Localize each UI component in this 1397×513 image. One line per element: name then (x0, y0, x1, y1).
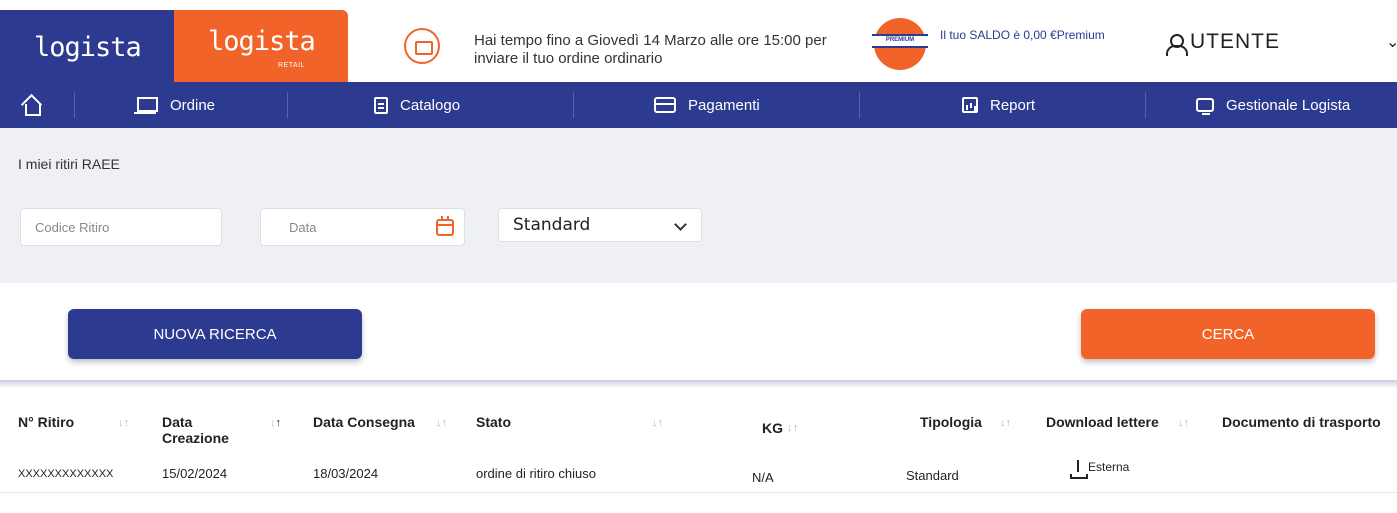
tipologia-value: Standard (513, 215, 591, 235)
cart-icon (134, 95, 158, 115)
header-tipologia[interactable]: Tipologia (920, 414, 982, 430)
nav-item-ordine[interactable]: Ordine (134, 82, 215, 128)
sort-arrows-icon[interactable]: ↓↑ (118, 417, 129, 429)
logo-text: logista (34, 32, 142, 63)
document-icon (374, 96, 388, 114)
premium-badge-icon: PREMIUM (872, 18, 928, 74)
row-divider (0, 492, 1397, 493)
user-menu[interactable]: UTENTE (1190, 30, 1280, 54)
nav-home[interactable] (22, 82, 52, 128)
download-icon[interactable] (1070, 460, 1088, 479)
cell-data-consegna: 18/03/2024 (313, 466, 379, 481)
codice-ritiro-input[interactable]: Codice Ritiro (20, 208, 222, 246)
nav-label: Pagamenti (688, 96, 760, 114)
logista-retail-logo[interactable]: logista RETAIL (174, 10, 348, 82)
nav-divider (74, 92, 75, 118)
monitor-icon (1196, 98, 1214, 115)
tipologia-select[interactable]: Standard (498, 208, 702, 242)
header-stato[interactable]: Stato (476, 414, 511, 430)
header-kg[interactable]: KG (762, 420, 783, 436)
header-data-consegna[interactable]: Data Consegna (313, 414, 415, 430)
cell-n-ritiro: XXXXXXXXXXXXX (18, 468, 114, 480)
nav-label: Report (990, 96, 1036, 114)
nav-divider (573, 92, 574, 118)
cell-kg: N/A (752, 470, 774, 485)
logo-retail-sub: RETAIL (278, 62, 305, 69)
nav-divider (859, 92, 860, 118)
sort-arrows-icon[interactable]: ↓↑ (270, 417, 281, 429)
chart-icon (962, 97, 978, 113)
data-input[interactable]: Data (260, 208, 465, 246)
table-top-divider (0, 380, 1397, 388)
header-data-creazione[interactable]: Data Creazione (162, 414, 242, 446)
logista-logo[interactable]: logista (0, 10, 174, 82)
data-placeholder: Data (289, 219, 317, 235)
download-link-esterna[interactable]: Esterna (1088, 460, 1129, 474)
breadcrumb: I miei ritiri RAEE (18, 156, 120, 172)
saldo-text: Il tuo SALDO è 0,00 €Premium (940, 28, 1105, 42)
order-deadline-notice: Hai tempo fino a Giovedì 14 Marzo alle o… (474, 32, 827, 67)
nav-divider (287, 92, 288, 118)
sort-arrows-icon[interactable]: ↓↑ (652, 417, 663, 429)
nav-label: Gestionale Logista (1226, 96, 1351, 114)
chevron-down-icon (674, 218, 687, 231)
premium-label: PREMIUM (885, 37, 915, 43)
nav-label: Ordine (170, 96, 216, 114)
sort-arrows-icon[interactable]: ↓↑ (1178, 417, 1189, 429)
calendar-icon[interactable] (436, 216, 454, 236)
nav-label: Catalogo (400, 96, 461, 114)
chevron-down-icon[interactable]: ⌄ (1386, 32, 1397, 52)
nav-item-pagamenti[interactable]: Pagamenti (654, 82, 760, 128)
user-icon[interactable] (1166, 34, 1188, 56)
header-download-lettere[interactable]: Download lettere (1046, 414, 1159, 430)
logo-retail-text: logista (208, 26, 316, 57)
sort-arrows-icon[interactable]: ↓↑ (436, 417, 447, 429)
filter-panel: I miei ritiri RAEE Codice Ritiro Data St… (0, 128, 1397, 283)
sort-arrows-icon[interactable]: ↓↑ (1000, 417, 1011, 429)
cerca-button[interactable]: CERCA (1081, 309, 1375, 359)
top-header: logista logista RETAIL Hai tempo fino a … (0, 0, 1397, 82)
cell-stato: ordine di ritiro chiuso (476, 466, 596, 481)
cell-tipologia: Standard (906, 468, 959, 483)
codice-ritiro-placeholder: Codice Ritiro (35, 219, 110, 235)
nav-divider (1145, 92, 1146, 118)
credit-card-icon (654, 97, 676, 113)
home-icon (22, 96, 41, 116)
nav-item-report[interactable]: Report (962, 82, 1035, 128)
nuova-ricerca-button[interactable]: NUOVA RICERCA (68, 309, 362, 359)
cell-data-creazione: 15/02/2024 (162, 466, 228, 481)
sort-arrows-icon[interactable]: ↓↑ (787, 422, 798, 434)
envelope-icon (404, 28, 440, 64)
nav-item-catalogo[interactable]: Catalogo (374, 82, 460, 128)
main-nav: Ordine Catalogo Pagamenti Report Gestion… (0, 82, 1397, 128)
nav-item-gestionale[interactable]: Gestionale Logista (1196, 82, 1350, 128)
header-documento-trasporto[interactable]: Documento di trasporto (1222, 414, 1381, 430)
header-n-ritiro[interactable]: N° Ritiro (18, 414, 74, 430)
